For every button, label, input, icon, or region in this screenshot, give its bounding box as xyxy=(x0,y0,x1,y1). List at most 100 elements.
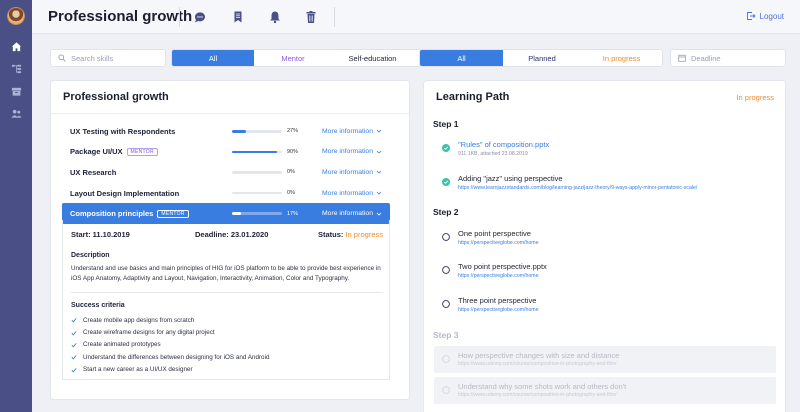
radio-circle-icon xyxy=(442,386,450,394)
criteria-item: Create mobile app designs from scratch xyxy=(71,314,383,326)
progress-fill xyxy=(232,212,241,215)
tab-planned[interactable]: Planned xyxy=(503,50,581,66)
item-link[interactable]: https://perspectiveglobe.com/home xyxy=(458,273,538,279)
bell-icon[interactable] xyxy=(266,8,284,26)
skills-list: UX Testing with Respondents 27% More inf… xyxy=(62,121,390,224)
progress-text: 17% xyxy=(287,210,299,217)
step-label: Step 3 xyxy=(433,330,459,340)
item-title: Understand why some shots work and other… xyxy=(458,382,627,391)
bookmark-icon[interactable] xyxy=(229,8,247,26)
criteria-item: Start a new career as a UI/UX designer xyxy=(71,364,383,376)
skill-name: Layout Design Implementation xyxy=(70,188,180,198)
tab-type-all[interactable]: All xyxy=(172,50,254,66)
left-sidebar xyxy=(0,0,32,412)
item-title: How perspective changes with size and di… xyxy=(458,351,620,360)
top-bar: Professional growth Logout xyxy=(32,0,800,34)
search-icon xyxy=(58,54,66,62)
learning-item[interactable]: Adding "jazz" using perspective https://… xyxy=(434,174,776,196)
learning-path-status: In progress xyxy=(736,93,774,102)
divider xyxy=(51,113,409,114)
tree-icon[interactable] xyxy=(9,61,23,75)
learning-path-card: Learning Path In progress Step 1 "Rules"… xyxy=(423,80,786,412)
check-circle-icon xyxy=(442,144,450,152)
item-link[interactable]: https://perspectiveglobe.com/home xyxy=(458,307,538,313)
description-title: Description xyxy=(71,252,110,259)
more-info-link[interactable]: More information xyxy=(322,148,382,155)
divider xyxy=(71,292,383,293)
deadline-picker[interactable]: Deadline xyxy=(670,49,786,67)
skill-row[interactable]: UX Research 0% More information xyxy=(62,162,390,183)
users-icon[interactable] xyxy=(9,106,23,120)
item-link[interactable]: https://perspectiveglobe.com/home xyxy=(458,240,538,246)
tab-mentor[interactable]: Mentor xyxy=(254,50,332,66)
criteria-list: Create mobile app designs from scratch C… xyxy=(71,314,383,376)
step-label: Step 1 xyxy=(433,119,459,129)
tab-self-education[interactable]: Self-education xyxy=(332,50,413,66)
criteria-text: Create mobile app designs from scratch xyxy=(83,316,195,324)
logout-button[interactable]: Logout xyxy=(746,11,784,21)
start-date: Start: 11.10.2019 xyxy=(71,230,130,239)
criteria-text: Create wireframe designs for any digital… xyxy=(83,329,215,337)
criteria-item: Create wireframe designs for any digital… xyxy=(71,326,383,338)
trash-icon[interactable] xyxy=(302,8,320,26)
item-link: https://www.udemy.com/course/composition… xyxy=(458,361,617,367)
item-link[interactable]: https://www.learnjazzstandards.com/blog/… xyxy=(458,185,697,191)
tab-status-all[interactable]: All xyxy=(420,50,503,66)
status-filter-tabs: All Planned In progress xyxy=(419,49,663,67)
radio-circle-icon[interactable] xyxy=(442,300,450,308)
logout-icon xyxy=(746,12,756,20)
progress-text: 27% xyxy=(287,128,299,135)
search-input[interactable]: Search skills xyxy=(50,49,166,67)
progress-text: 0% xyxy=(287,190,295,197)
home-icon[interactable] xyxy=(9,39,23,53)
progress-text: 90% xyxy=(287,148,299,155)
more-info-link[interactable]: More information xyxy=(322,128,382,135)
progress-bar xyxy=(232,191,282,195)
item-title: Two point perspective.pptx xyxy=(458,262,547,271)
divider xyxy=(334,7,335,27)
more-info-label: More information xyxy=(322,168,373,176)
growth-card-title: Professional growth xyxy=(63,91,169,103)
learning-item[interactable]: "Rules" of composition.pptx 911.1KB, att… xyxy=(434,140,776,162)
learning-item-disabled: Understand why some shots work and other… xyxy=(434,377,776,404)
item-link: https://www.udemy.com/course/composition… xyxy=(458,392,617,398)
archive-icon[interactable] xyxy=(9,84,23,98)
avatar[interactable] xyxy=(7,7,25,25)
item-title: One point perspective xyxy=(458,229,531,238)
more-info-link[interactable]: More information xyxy=(322,210,382,217)
chevron-down-icon xyxy=(376,191,382,195)
item-title: Adding "jazz" using perspective xyxy=(458,174,563,183)
progress-fill xyxy=(232,150,277,154)
item-title[interactable]: "Rules" of composition.pptx xyxy=(458,140,549,149)
criteria-text: Create animated prototypes xyxy=(83,341,161,349)
status-label: Status: xyxy=(317,230,344,239)
logout-label: Logout xyxy=(759,11,784,21)
radio-circle-icon[interactable] xyxy=(442,233,450,241)
search-placeholder: Search skills xyxy=(71,53,114,63)
learning-item[interactable]: Two point perspective.pptx https://persp… xyxy=(434,262,776,284)
more-info-label: More information xyxy=(322,127,373,135)
skill-row[interactable]: UX Testing with Respondents 27% More inf… xyxy=(62,121,390,142)
description-text: Understand and use basics and main princ… xyxy=(71,265,381,282)
skill-name: UX Testing with Respondents xyxy=(70,126,176,136)
radio-circle-icon[interactable] xyxy=(442,266,450,274)
tab-in-progress[interactable]: In progress xyxy=(581,50,662,66)
skill-row[interactable]: Package UI/UX MENTOR 90% More information xyxy=(62,142,390,163)
step-label: Step 2 xyxy=(433,207,459,217)
chevron-down-icon xyxy=(376,171,382,175)
more-info-link[interactable]: More information xyxy=(322,190,382,197)
status-value: In progress xyxy=(345,230,383,239)
check-icon xyxy=(71,367,77,373)
chat-icon[interactable] xyxy=(191,8,209,26)
check-icon xyxy=(71,330,77,336)
progress-bar xyxy=(232,130,282,133)
detail-dates: Start: 11.10.2019 Deadline: 23.01.2020 S… xyxy=(71,230,383,239)
progress-bar xyxy=(232,150,282,154)
criteria-text: Start a new career as a UI/UX designer xyxy=(83,366,193,374)
criteria-text: Understand the differences between desig… xyxy=(83,353,270,361)
chevron-down-icon xyxy=(376,130,382,133)
more-info-link[interactable]: More information xyxy=(322,169,382,176)
learning-item[interactable]: One point perspective https://perspectiv… xyxy=(434,229,776,251)
skill-row[interactable]: Layout Design Implementation 0% More inf… xyxy=(62,183,390,204)
learning-item[interactable]: Three point perspective https://perspect… xyxy=(434,296,776,318)
